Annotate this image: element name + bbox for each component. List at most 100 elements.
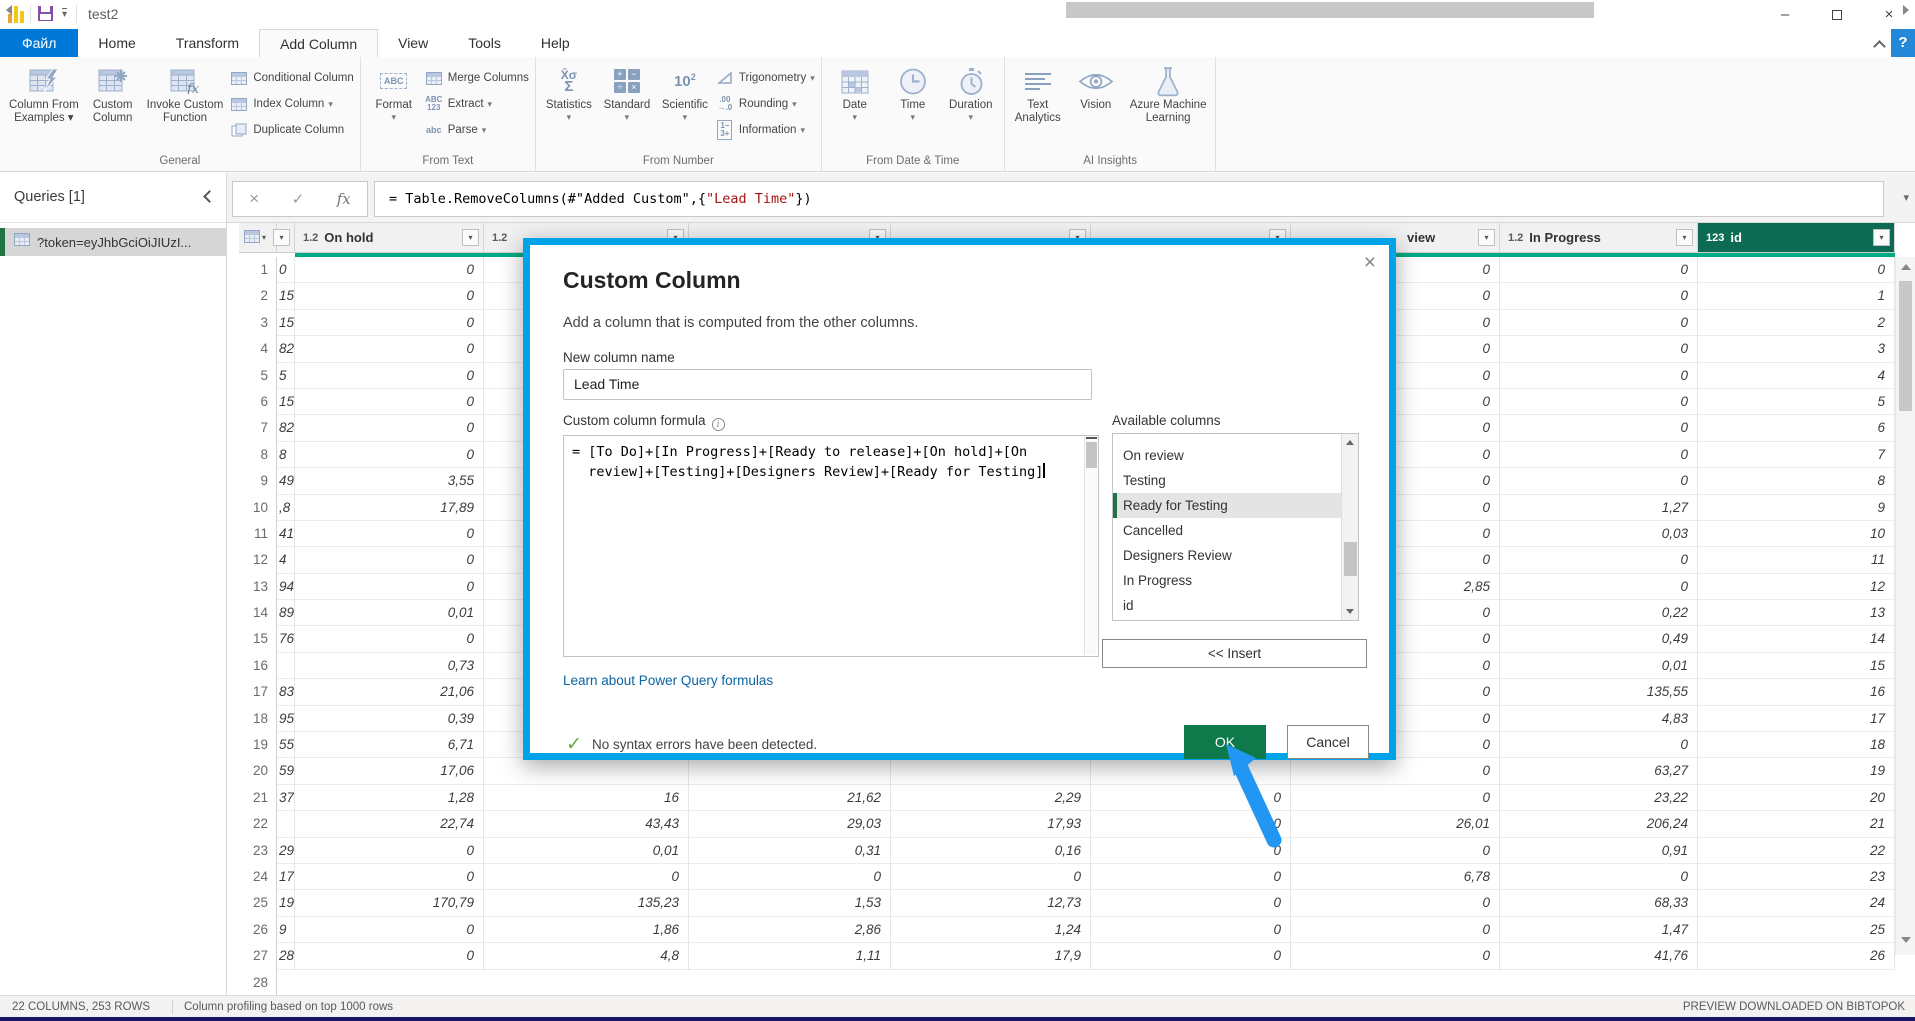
ribbon-button-statistics[interactable]: X̄σΣStatistics▾ [540,59,598,151]
maximize-button[interactable] [1811,0,1863,29]
ribbon-button-duplicate-column[interactable]: Duplicate Column [230,117,353,143]
list-scrollbar[interactable] [1341,434,1358,620]
table-star-icon [98,63,128,99]
custom-column-formula-input[interactable]: = [To Do]+[In Progress]+[Ready to releas… [563,435,1099,657]
filter-dropdown-icon[interactable]: ▾ [273,229,290,246]
cancel-formula-icon[interactable]: × [249,189,259,209]
dialog-close-icon[interactable]: × [1364,253,1376,273]
formula-scrollbar[interactable] [1084,437,1097,655]
save-icon[interactable] [38,6,53,21]
ribbon-button-vision[interactable]: Vision [1067,59,1125,151]
ribbon-button-trigonometry[interactable]: Trigonometry▾ [716,65,815,91]
fx-icon[interactable]: fx [337,190,351,208]
available-column-on-hold[interactable]: On hold [1113,434,1358,443]
ribbon-button-extract[interactable]: ABC123Extract▾ [425,91,529,117]
scroll-left-icon[interactable] [6,5,12,15]
formula-scroll-thumb[interactable] [1086,442,1097,468]
cell-clipped-col: 82 [277,336,295,362]
info-icon[interactable]: i [712,418,725,431]
minimize-button[interactable]: – [1759,0,1811,29]
cell-id: 6 [1698,415,1895,441]
ribbon-button-azure-machine-learning[interactable]: Azure MachineLearning [1125,59,1212,151]
new-column-name-input[interactable]: Lead Time [563,369,1092,400]
horizontal-scroll-thumb[interactable] [1066,2,1594,18]
tab-transform[interactable]: Transform [156,29,259,57]
ribbon-button-index-column[interactable]: Index Column▾ [230,91,353,117]
query-name: ?token=eyJhbGciOiJIUzI... [37,235,191,250]
cell-hidden-b: 0 [484,864,689,890]
column-header-clipped-col[interactable]: ▾ [277,223,295,253]
ribbon-button-scientific[interactable]: 102Scientific▾ [656,59,714,151]
cell-on-review: 0 [1291,838,1500,864]
ribbon-button-text-analytics[interactable]: TextAnalytics [1009,59,1067,151]
collapse-ribbon-icon[interactable] [1873,37,1887,51]
tab-файл[interactable]: Файл [0,29,78,57]
list-scroll-thumb[interactable] [1344,542,1357,576]
tab-add-column[interactable]: Add Column [259,29,378,57]
query-list-item[interactable]: ?token=eyJhbGciOiJIUzI... [0,228,227,256]
column-header-in-progress[interactable]: 1.2In Progress▾ [1500,223,1698,253]
tab-home[interactable]: Home [78,29,155,57]
status-columns-rows: 22 COLUMNS, 253 ROWS [12,1001,150,1013]
column-header-on-hold[interactable]: 1.2On hold▾ [295,223,484,253]
insert-button[interactable]: << Insert [1102,639,1367,668]
ribbon-button-date[interactable]: Date▾ [826,59,884,151]
cell-in-progress: 0 [1500,732,1698,758]
learn-formulas-link[interactable]: Learn about Power Query formulas [563,673,773,688]
filter-dropdown-icon[interactable]: ▾ [1873,229,1890,246]
filter-dropdown-icon[interactable]: ▾ [462,229,479,246]
row-number: 17 [239,679,277,705]
power-query-editor-window: ▾ test2 – × ФайлHomeTransformAdd ColumnV… [0,0,1915,1021]
available-column-testing[interactable]: Testing [1113,468,1358,493]
scroll-right-icon[interactable] [1903,5,1909,15]
collapse-pane-icon[interactable] [202,192,212,202]
ribbon-button-conditional-column[interactable]: Conditional Column [230,65,353,91]
available-column-id[interactable]: id [1113,593,1358,618]
expand-formula-bar-icon[interactable]: ▾ [1903,191,1909,204]
scroll-down-icon[interactable] [1346,609,1354,614]
ribbon-button-standard[interactable]: +−÷×Standard▾ [598,59,656,151]
scroll-down-icon[interactable] [1901,937,1911,943]
available-column-ready-for-testing[interactable]: Ready for Testing [1113,493,1358,518]
cancel-button[interactable]: Cancel [1287,725,1369,759]
quick-access-toolbar-dropdown-icon[interactable]: ▾ [62,8,67,20]
table-corner-header[interactable]: ▾ [239,223,277,253]
available-column-in-progress[interactable]: In Progress [1113,568,1358,593]
status-column-profiling[interactable]: Column profiling based on top 1000 rows [184,1001,393,1013]
ribbon-button-merge-columns[interactable]: Merge Columns [425,65,529,91]
cell-on-hold: 0 [295,943,484,969]
ribbon-button-invoke-custom-function[interactable]: fxInvoke CustomFunction [142,59,229,151]
formula-input[interactable]: = Table.RemoveColumns(#"Added Custom",{"… [374,181,1884,217]
row-number: 13 [239,574,277,600]
tab-view[interactable]: View [378,29,448,57]
ribbon-button-information[interactable]: 1−3+Information▾ [716,117,815,143]
ribbon-button-parse[interactable]: abcParse▾ [425,117,529,143]
column-header-id[interactable]: 123id▾ [1698,223,1895,253]
vertical-scrollbar[interactable] [1895,257,1915,955]
ribbon-button-column-from-examples[interactable]: Column FromExamples ▾ [4,59,84,151]
filter-dropdown-icon[interactable]: ▾ [1676,229,1693,246]
filter-dropdown-icon[interactable]: ▾ [1478,229,1495,246]
ribbon-button-time[interactable]: Time▾ [884,59,942,151]
cell-hidden-d: 12,73 [891,890,1091,916]
ribbon: Column FromExamples ▾CustomColumnfxInvok… [0,57,1915,172]
commit-formula-icon[interactable]: ✓ [292,190,305,208]
ribbon-button-label: Trigonometry [739,72,806,84]
ribbon-button-custom-column[interactable]: CustomColumn [84,59,142,151]
text-analytics-icon [1025,63,1051,99]
mini-table-icon [230,98,248,111]
tab-tools[interactable]: Tools [448,29,521,57]
available-column-on-review[interactable]: On review [1113,443,1358,468]
available-column-label: On hold [1123,434,1170,437]
help-badge[interactable]: ? [1891,29,1915,57]
tab-help[interactable]: Help [521,29,590,57]
vertical-scroll-thumb[interactable] [1899,281,1912,411]
ribbon-button-format[interactable]: ABCFormat▾ [365,59,423,151]
ribbon-button-rounding[interactable]: .00→.0Rounding▾ [716,91,815,117]
available-column-cancelled[interactable]: Cancelled [1113,518,1358,543]
cell-on-hold: 170,79 [295,890,484,916]
scroll-up-icon[interactable] [1901,264,1911,270]
ribbon-button-duration[interactable]: Duration▾ [942,59,1000,151]
scroll-up-icon[interactable] [1346,440,1354,445]
available-column-designers-review[interactable]: Designers Review [1113,543,1358,568]
